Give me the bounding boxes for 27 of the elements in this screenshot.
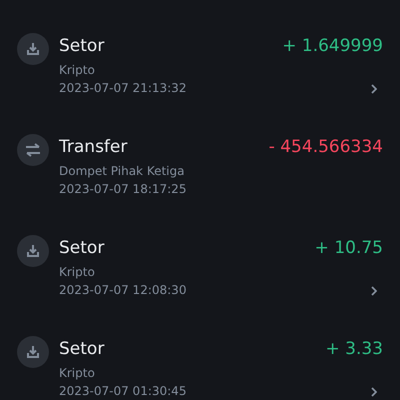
transaction-row[interactable]: Setor Kripto 2023-07-07 12:08:30 + 10.75 bbox=[0, 202, 400, 303]
transaction-amount: - 454.566334 bbox=[268, 136, 383, 158]
transaction-datetime: 2023-07-07 21:13:32 bbox=[59, 80, 188, 97]
chevron-right-icon[interactable] bbox=[371, 286, 377, 296]
transaction-datetime: 2023-07-07 12:08:30 bbox=[59, 282, 188, 299]
transaction-source: Kripto bbox=[59, 264, 96, 281]
transaction-title: Setor bbox=[59, 35, 106, 57]
chevron-right-icon[interactable] bbox=[371, 84, 377, 94]
transaction-title: Setor bbox=[59, 338, 106, 360]
chevron-right-icon[interactable] bbox=[371, 387, 377, 397]
transaction-amount: + 10.75 bbox=[314, 237, 383, 259]
transaction-row[interactable]: Transfer Dompet Pihak Ketiga 2023-07-07 18:17:25 - 454.566334 bbox=[0, 101, 400, 202]
transaction-amount: + 1.649999 bbox=[282, 35, 383, 57]
transaction-row[interactable]: Setor Kripto 2023-07-07 01:30:45 + 3.33 bbox=[0, 303, 400, 400]
transaction-source: Kripto bbox=[59, 365, 96, 382]
download-icon bbox=[25, 344, 41, 360]
transaction-title: Setor bbox=[59, 237, 106, 259]
transfer-arrows-icon bbox=[25, 143, 41, 157]
transaction-amount: + 3.33 bbox=[326, 338, 383, 360]
download-icon bbox=[25, 243, 41, 259]
transaction-datetime: 2023-07-07 01:30:45 bbox=[59, 383, 188, 400]
transaction-source: Kripto bbox=[59, 62, 96, 79]
transaction-row[interactable]: Setor Kripto 2023-07-07 21:13:32 + 1.649999 bbox=[0, 0, 400, 101]
transaction-source: Dompet Pihak Ketiga bbox=[59, 163, 186, 180]
download-icon bbox=[25, 41, 41, 57]
transaction-title: Transfer bbox=[59, 136, 128, 158]
transaction-datetime: 2023-07-07 18:17:25 bbox=[59, 181, 188, 198]
